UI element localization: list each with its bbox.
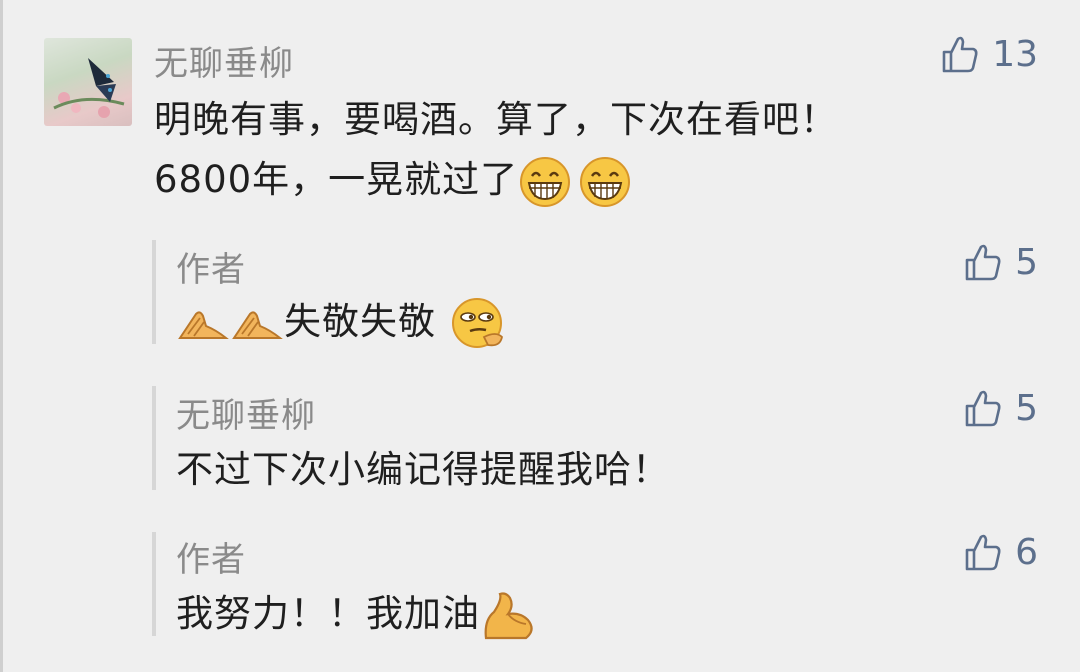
thumbs-up-icon	[965, 390, 1001, 427]
reply-like-button[interactable]: 5	[963, 240, 1038, 284]
avatar[interactable]	[44, 38, 132, 126]
reply-text: 失敬失敬	[284, 300, 436, 343]
smirk-thinking-emoji	[450, 295, 508, 353]
butterfly-avatar-image	[53, 58, 125, 118]
reply-like-button[interactable]: 6	[963, 530, 1038, 574]
grinning-emoji	[518, 155, 572, 209]
comment-text-line2: 6800年，一晃就过了	[154, 158, 519, 201]
grinning-emoji	[578, 155, 632, 209]
reply-author[interactable]: 无聊垂柳	[176, 388, 316, 437]
thumbs-up-icon	[965, 244, 1001, 281]
comment-author[interactable]: 无聊垂柳	[154, 36, 294, 85]
reply-divider	[152, 386, 156, 490]
reply-text: 不过下次小编记得提醒我哈！	[176, 448, 670, 491]
reply-text: 我努力！！我加油	[176, 592, 480, 635]
clasped-hands-emoji	[176, 304, 230, 344]
reply-divider	[152, 532, 156, 636]
reply-text-wrap: 失敬失敬	[176, 292, 508, 353]
like-button[interactable]: 13	[940, 32, 1038, 76]
reply-like-button[interactable]: 5	[963, 386, 1038, 430]
flexed-biceps-emoji	[480, 590, 538, 642]
like-count: 6	[1015, 531, 1038, 573]
reply-author[interactable]: 作者	[176, 242, 246, 291]
thumbs-up-icon	[942, 36, 978, 73]
like-count: 5	[1015, 387, 1038, 429]
reply-text-wrap: 我努力！！我加油	[176, 584, 538, 644]
reply-divider	[152, 240, 156, 344]
thumbs-up-icon	[965, 534, 1001, 571]
reply-author[interactable]: 作者	[176, 532, 246, 581]
clasped-hands-emoji	[230, 304, 284, 344]
like-count: 5	[1015, 241, 1038, 283]
window-edge	[0, 0, 3, 672]
comment-text-line2-wrap: 6800年，一晃就过了	[154, 150, 632, 210]
like-count: 13	[992, 33, 1038, 75]
comment-text-line1: 明晚有事，要喝酒。算了，下次在看吧！	[154, 98, 838, 141]
